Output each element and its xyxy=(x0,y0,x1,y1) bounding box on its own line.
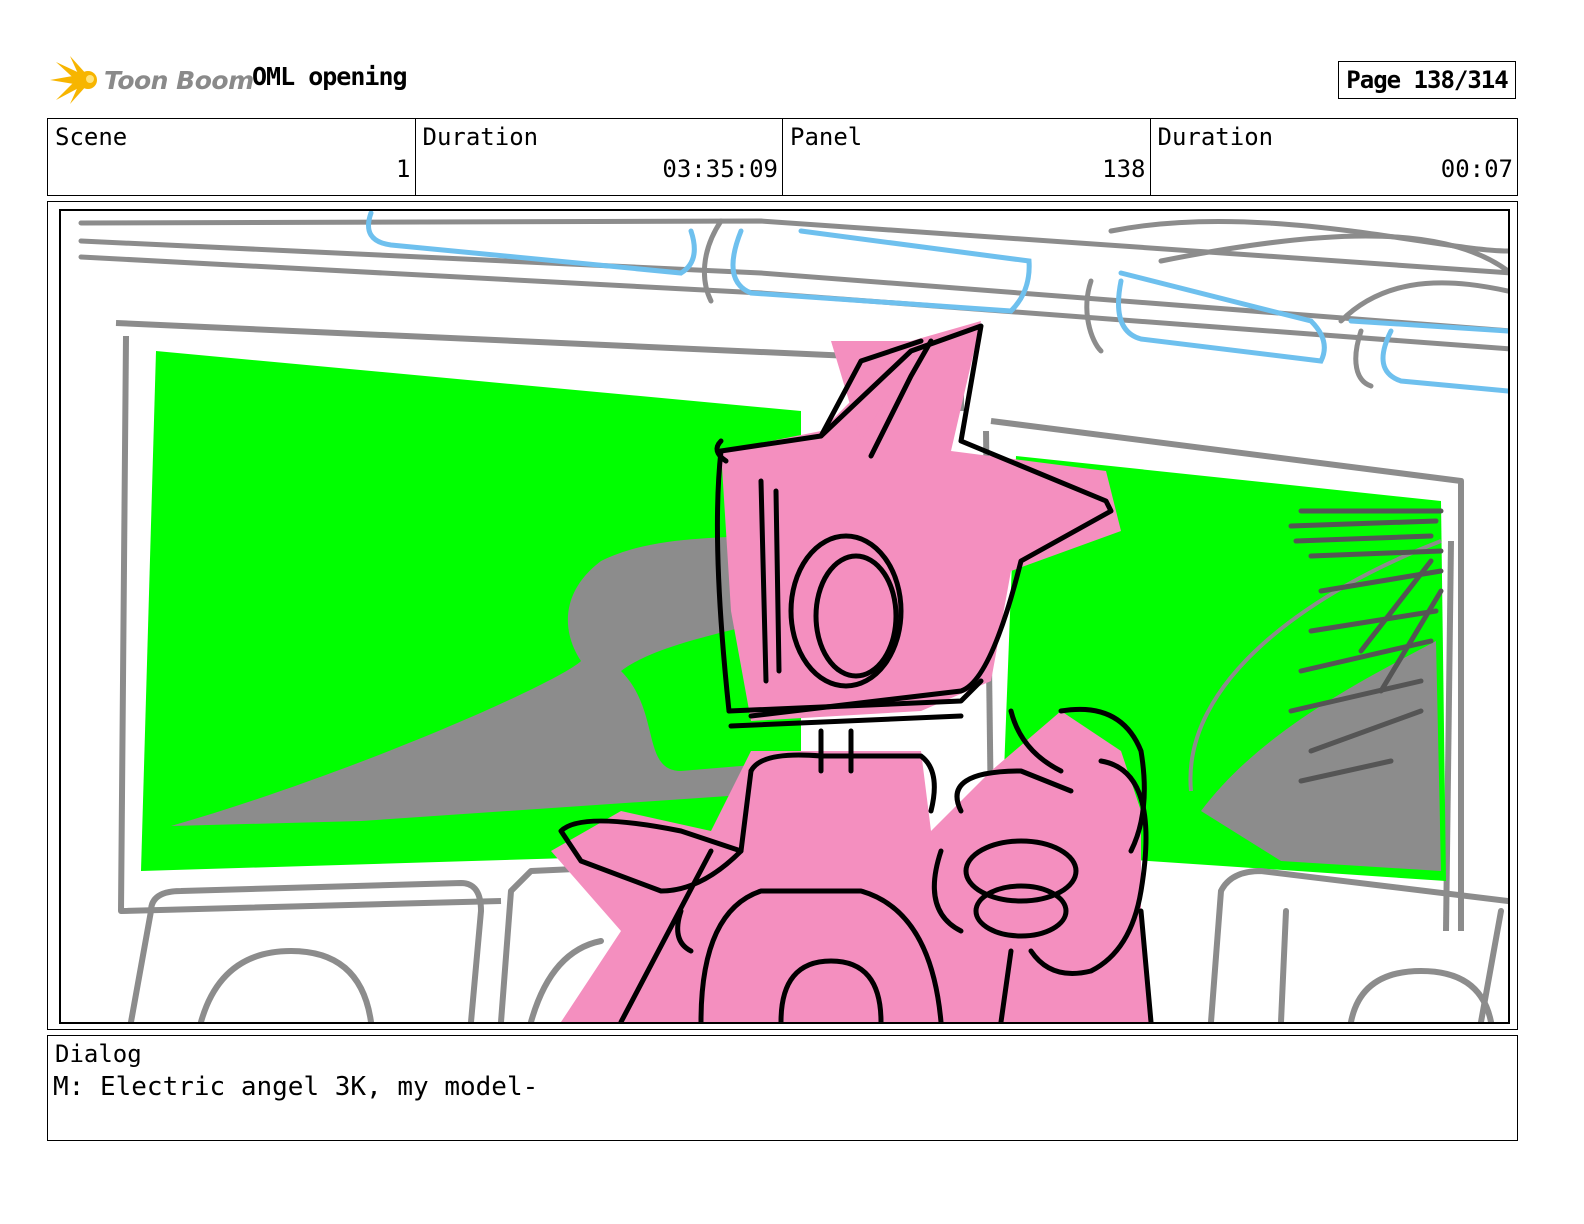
ceiling-sketch xyxy=(78,218,1508,389)
scene-value: 1 xyxy=(396,155,411,183)
logo-text: Toon Boom xyxy=(104,65,254,95)
dialog-box: Dialog M: Electric angel 3K, my model- xyxy=(47,1035,1518,1141)
scene-cell: Scene 1 xyxy=(48,119,416,195)
storyboard-drawing xyxy=(59,209,1510,1024)
panel-duration-cell: Duration 00:07 xyxy=(1151,119,1518,195)
scene-duration-value: 03:35:09 xyxy=(662,155,778,183)
dialog-label: Dialog xyxy=(55,1040,142,1068)
panel-info-table: Scene 1 Duration 03:35:09 Panel 138 Dura… xyxy=(47,118,1518,196)
panel-cell: Panel 138 xyxy=(783,119,1151,195)
panel-label: Panel xyxy=(790,123,863,151)
panel-value: 138 xyxy=(1102,155,1146,183)
panel-duration-value: 00:07 xyxy=(1440,155,1513,183)
toon-boom-logo: Toon Boom xyxy=(50,54,254,106)
storyboard-panel-frame xyxy=(47,201,1518,1030)
starburst-icon xyxy=(50,56,97,104)
scene-duration-label: Duration xyxy=(422,123,539,151)
dialog-text: M: Electric angel 3K, my model- xyxy=(53,1072,539,1102)
page-number: Page 138/314 xyxy=(1338,61,1516,99)
scene-label: Scene xyxy=(55,123,128,151)
project-title: OML opening xyxy=(252,62,408,91)
panel-duration-label: Duration xyxy=(1157,123,1274,151)
scene-duration-cell: Duration 03:35:09 xyxy=(416,119,783,195)
